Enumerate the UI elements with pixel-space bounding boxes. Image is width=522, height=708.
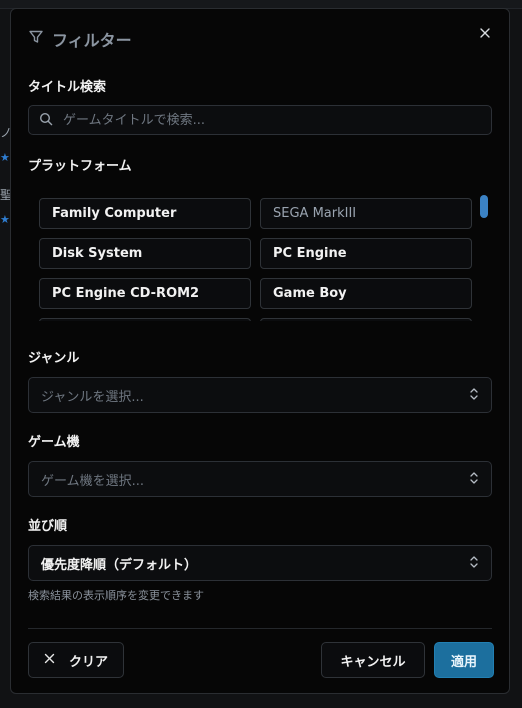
platform-option-game-boy[interactable]: Game Boy	[260, 278, 472, 309]
sort-select[interactable]: 優先度降順（デフォルト）	[28, 545, 492, 581]
background-list-item: 聖	[0, 186, 10, 203]
console-select-placeholder: ゲーム機を選択...	[41, 473, 145, 489]
footer-divider	[28, 628, 492, 629]
platform-label: プラットフォーム	[28, 159, 132, 174]
platform-grid: Family Computer SEGA MarkIII Disk System…	[39, 198, 473, 321]
platform-option-pc-engine[interactable]: PC Engine	[260, 238, 472, 269]
dialog-header: フィルター	[28, 27, 132, 51]
dialog-title: フィルター	[52, 31, 132, 50]
apply-button-label: 適用	[450, 654, 477, 670]
chevron-up-down-icon	[469, 386, 479, 405]
search-icon	[39, 111, 53, 130]
platform-list[interactable]: Family Computer SEGA MarkIII Disk System…	[28, 187, 492, 321]
background-star-icon: ★	[0, 151, 10, 164]
title-search-field[interactable]	[28, 105, 492, 135]
sort-label: 並び順	[28, 519, 68, 534]
cancel-button-label: キャンセル	[340, 654, 406, 670]
platform-option-sega-markiii[interactable]: SEGA MarkIII	[260, 198, 472, 229]
cancel-button[interactable]: キャンセル	[321, 642, 425, 678]
genre-select-placeholder: ジャンルを選択...	[41, 389, 144, 405]
close-button[interactable]	[475, 23, 495, 43]
filter-dialog: フィルター タイトル検索 プラットフォーム Family Computer SE…	[10, 8, 510, 694]
background-item-glyph: ノ	[0, 126, 10, 140]
genre-select[interactable]: ジャンルを選択...	[28, 377, 492, 413]
close-icon	[44, 653, 55, 668]
console-label: ゲーム機	[28, 435, 80, 450]
platform-option-partial[interactable]	[39, 318, 251, 321]
sort-select-value: 優先度降順（デフォルト）	[41, 557, 198, 573]
chevron-up-down-icon	[469, 470, 479, 489]
chevron-up-down-icon	[469, 554, 479, 573]
title-search-input[interactable]	[61, 111, 465, 129]
clear-button[interactable]: クリア	[28, 642, 124, 678]
genre-label: ジャンル	[28, 351, 80, 366]
close-icon	[479, 24, 491, 43]
apply-button[interactable]: 適用	[434, 642, 494, 678]
sort-helper-text: 検索結果の表示順序を変更できます	[28, 589, 204, 602]
platform-scrollbar-thumb[interactable]	[480, 195, 488, 218]
platform-option-family-computer[interactable]: Family Computer	[39, 198, 251, 229]
background-item-glyph: 聖	[0, 188, 10, 202]
background-list-item: ノ	[0, 124, 10, 141]
platform-option-disk-system[interactable]: Disk System	[39, 238, 251, 269]
platform-scrollbar[interactable]	[480, 195, 488, 319]
console-select[interactable]: ゲーム機を選択...	[28, 461, 492, 497]
clear-button-label: クリア	[68, 654, 108, 670]
platform-option-partial[interactable]	[260, 318, 472, 321]
title-search-label: タイトル検索	[28, 80, 107, 95]
background-star-icon: ★	[0, 213, 10, 226]
filter-icon	[28, 29, 44, 49]
platform-option-pc-engine-cd-rom2[interactable]: PC Engine CD-ROM2	[39, 278, 251, 309]
